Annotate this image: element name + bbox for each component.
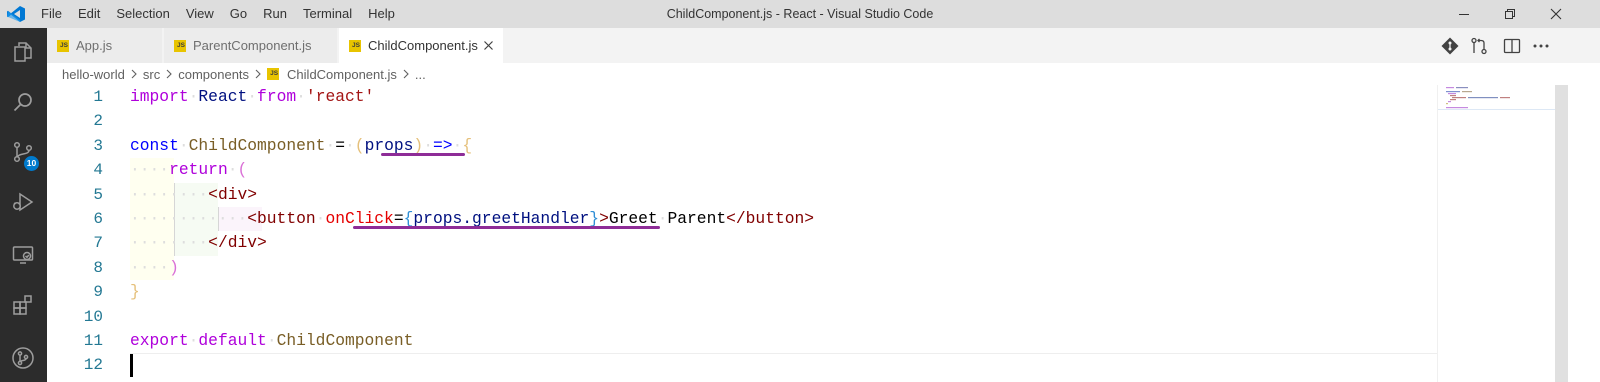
split-editor-icon[interactable] — [1502, 36, 1522, 56]
code-line: 9 } — [47, 280, 1437, 304]
breadcrumb-item[interactable]: ... — [415, 67, 426, 82]
chevron-right-icon — [254, 69, 262, 79]
editor-right-gutter — [1568, 63, 1600, 382]
minimap-preview — [1438, 87, 1556, 110]
activity-bar: 10 — [0, 28, 47, 382]
close-tab-icon[interactable] — [482, 39, 495, 52]
code-line: 2 — [47, 109, 1437, 133]
line-number: 7 — [93, 234, 103, 253]
annotation-underline — [381, 153, 465, 156]
code-line: 8 ····) — [47, 256, 1437, 280]
remote-explorer-button[interactable] — [0, 231, 47, 279]
line-number: 12 — [83, 356, 103, 375]
menu-selection[interactable]: Selection — [108, 0, 177, 28]
menu-terminal[interactable]: Terminal — [295, 0, 360, 28]
scm-count-badge: 10 — [24, 156, 39, 171]
search-icon — [13, 93, 32, 112]
js-file-icon: JS — [267, 68, 280, 80]
code-line: 5 ········<div> — [47, 183, 1437, 207]
scrollbar-thumb[interactable] — [1555, 85, 1568, 382]
code-line: 4 ····return·( — [47, 158, 1437, 182]
tab-label: App.js — [76, 38, 113, 53]
explorer-button[interactable] — [0, 28, 47, 76]
code-line: 11 export·default·ChildComponent — [47, 329, 1437, 353]
code-text: export·default·ChildComponent — [130, 331, 414, 350]
chevron-right-icon — [130, 69, 138, 79]
breadcrumb: hello-world src components JS ChildCompo… — [47, 63, 1447, 85]
code-text: ········</div> — [130, 233, 267, 253]
text-cursor — [130, 353, 133, 377]
run-debug-icon — [13, 192, 34, 212]
breadcrumb-item[interactable]: ChildComponent.js — [287, 67, 397, 82]
js-file-icon: JS — [349, 40, 361, 52]
line-number: 8 — [93, 258, 103, 277]
tab-label: ChildComponent.js — [368, 38, 478, 53]
window-title: ChildComponent.js - React - Visual Studi… — [666, 7, 934, 21]
git-graph-icon — [12, 347, 34, 369]
git-graph-button[interactable] — [0, 334, 47, 382]
vscode-logo-icon — [7, 6, 25, 22]
run-debug-button[interactable] — [0, 178, 47, 226]
line-number: 3 — [93, 136, 103, 155]
breadcrumb-item[interactable]: hello-world — [62, 67, 125, 82]
code-text: import·React·from·'react' — [130, 87, 375, 106]
chevron-right-icon — [402, 69, 410, 79]
minimize-button[interactable] — [1441, 0, 1487, 28]
js-file-icon: JS — [174, 40, 186, 52]
code-editor[interactable]: 1 import·React·from·'react' 2 3 const·Ch… — [47, 85, 1437, 382]
more-actions-icon[interactable] — [1531, 36, 1551, 56]
open-changes-icon[interactable] — [1469, 36, 1489, 56]
tab-child-component[interactable]: JS ChildComponent.js — [339, 28, 504, 63]
code-line: 1 import·React·from·'react' — [47, 85, 1437, 109]
tab-parent-component[interactable]: JS ParentComponent.js — [164, 28, 338, 63]
extensions-icon — [13, 295, 32, 315]
current-line-highlight — [130, 353, 1437, 354]
menu-view[interactable]: View — [178, 0, 222, 28]
menu-help[interactable]: Help — [360, 0, 403, 28]
remote-explorer-icon — [12, 246, 34, 264]
code-line: 10 — [47, 305, 1437, 329]
line-number: 6 — [93, 210, 103, 228]
line-number: 1 — [93, 88, 103, 106]
breadcrumb-item[interactable]: src — [143, 67, 160, 82]
js-file-icon: JS — [57, 40, 69, 52]
breadcrumb-item[interactable]: components — [178, 67, 249, 82]
code-text: ····) — [130, 257, 179, 277]
line-number: 2 — [93, 112, 103, 131]
annotation-underline — [353, 226, 660, 229]
code-line: 6 ············<button·onClick={props.gre… — [47, 207, 1437, 231]
code-line: 7 ········</div> — [47, 231, 1437, 255]
code-text: ········<div> — [130, 184, 258, 204]
search-button[interactable] — [0, 78, 47, 126]
restore-icon — [1505, 9, 1515, 19]
explorer-icon — [14, 42, 32, 62]
menu-run[interactable]: Run — [255, 0, 295, 28]
code-text: ····return·( — [130, 160, 248, 180]
source-control-button[interactable]: 10 — [0, 128, 47, 176]
line-number: 4 — [93, 161, 103, 180]
line-number: 5 — [93, 185, 103, 204]
tab-label: ParentComponent.js — [193, 38, 312, 53]
menu-edit[interactable]: Edit — [70, 0, 108, 28]
git-compare-icon[interactable] — [1440, 36, 1460, 56]
extensions-button[interactable] — [0, 281, 47, 329]
code-line: 3 const·ChildComponent·=·(props)·=>·{ — [47, 134, 1437, 158]
minimap[interactable] — [1437, 85, 1556, 382]
line-number: 11 — [83, 332, 103, 350]
restore-button[interactable] — [1487, 0, 1533, 28]
menu-go[interactable]: Go — [222, 0, 255, 28]
close-icon — [1550, 8, 1562, 20]
chevron-right-icon — [165, 69, 173, 79]
line-number: 9 — [93, 283, 103, 302]
editor-tab-bar: JS App.js JS ParentComponent.js JS Child… — [47, 28, 1600, 63]
line-number: 10 — [83, 307, 103, 326]
title-bar: File Edit Selection View Go Run Terminal… — [0, 0, 1600, 28]
tab-app-js[interactable]: JS App.js — [47, 28, 163, 63]
minimize-icon — [1459, 14, 1469, 15]
close-window-button[interactable] — [1533, 0, 1579, 28]
menu-file[interactable]: File — [33, 0, 70, 28]
menu-bar: File Edit Selection View Go Run Terminal… — [33, 0, 403, 28]
code-text: } — [130, 282, 140, 302]
code-line: 12 — [47, 353, 1437, 377]
